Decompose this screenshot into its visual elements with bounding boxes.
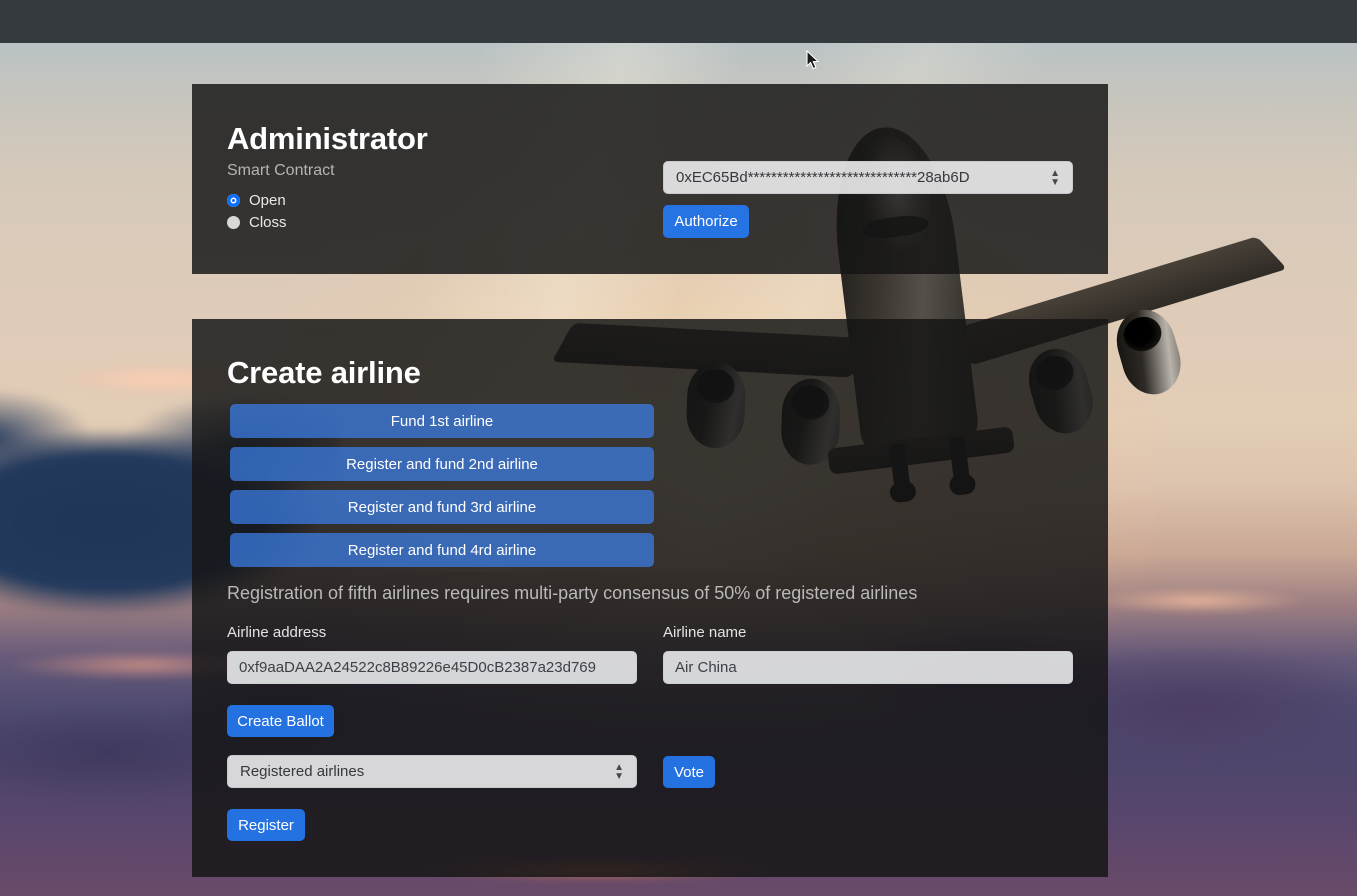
page-title: Administrator [227, 121, 428, 156]
administrator-panel: Administrator Smart Contract Open Closs … [192, 84, 1108, 274]
chevron-updown-icon: ▲ ▼ [1050, 167, 1060, 188]
radio-open-icon[interactable] [227, 194, 240, 207]
register-fund-2nd-airline-button[interactable]: Register and fund 2nd airline [230, 447, 654, 481]
airline-address-label: Airline address [227, 624, 327, 641]
smart-contract-label: Smart Contract [227, 162, 335, 179]
fund-buttons-group: Fund 1st airline Register and fund 2nd a… [230, 404, 654, 576]
contract-status-radio-group: Open Closs [227, 190, 287, 234]
consensus-note: Registration of fifth airlines requires … [227, 583, 918, 603]
radio-open[interactable]: Open [227, 190, 287, 211]
registered-airlines-value: Registered airlines [240, 763, 365, 780]
create-airline-panel: Create airline Fund 1st airline Register… [192, 319, 1108, 877]
authorize-button[interactable]: Authorize [663, 205, 749, 238]
radio-closs-label: Closs [249, 214, 287, 231]
radio-open-label: Open [249, 192, 286, 209]
registered-airlines-select[interactable]: Registered airlines ▲ ▼ [227, 755, 637, 788]
airline-name-label: Airline name [663, 624, 747, 641]
browser-top-bar [0, 0, 1357, 43]
register-button[interactable]: Register [227, 809, 305, 841]
create-ballot-button[interactable]: Create Ballot [227, 705, 334, 737]
fund-1st-airline-button[interactable]: Fund 1st airline [230, 404, 654, 438]
chevron-updown-icon-2: ▲ ▼ [614, 761, 624, 782]
create-airline-title: Create airline [227, 355, 421, 390]
contract-address-select[interactable]: 0xEC65Bd*****************************28a… [663, 161, 1073, 194]
radio-closs[interactable]: Closs [227, 212, 287, 233]
app-root: Administrator Smart Contract Open Closs … [0, 0, 1357, 896]
radio-closs-icon[interactable] [227, 216, 240, 229]
airline-address-input[interactable] [227, 651, 637, 684]
airline-name-input[interactable] [663, 651, 1073, 684]
register-fund-4rd-airline-button[interactable]: Register and fund 4rd airline [230, 533, 654, 567]
vote-button[interactable]: Vote [663, 756, 715, 788]
contract-address-value: 0xEC65Bd*****************************28a… [676, 169, 970, 186]
register-fund-3rd-airline-button[interactable]: Register and fund 3rd airline [230, 490, 654, 524]
